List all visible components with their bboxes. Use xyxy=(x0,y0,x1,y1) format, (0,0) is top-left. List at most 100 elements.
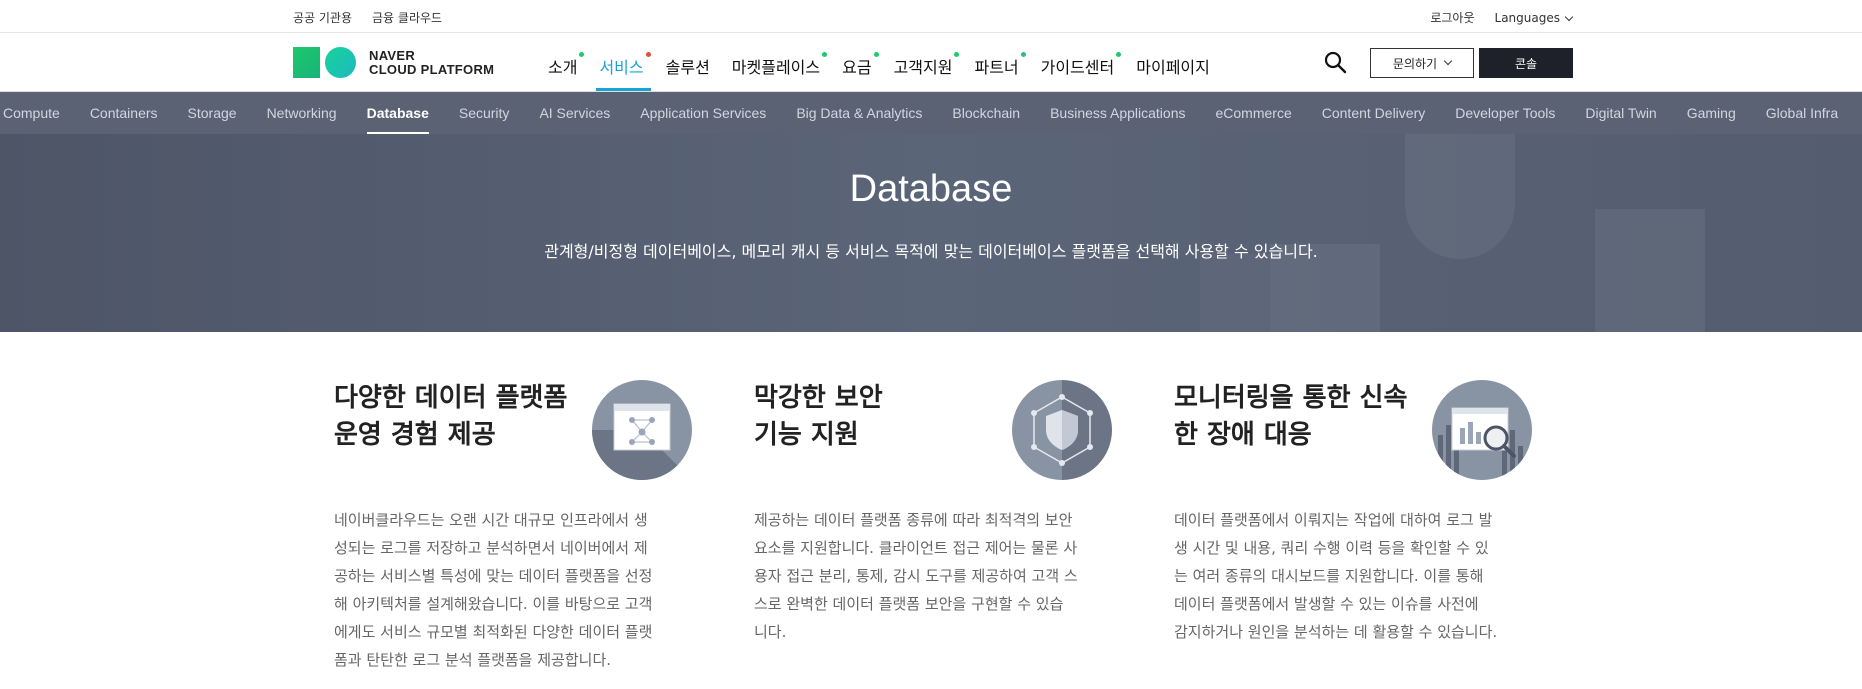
page-description: 관계형/비정형 데이터베이스, 메모리 캐시 등 서비스 목적에 맞는 데이터베… xyxy=(544,242,1318,261)
languages-label: Languages xyxy=(1494,10,1560,25)
feature-title-line: 모니터링을 통한 신속 xyxy=(1174,383,1408,413)
category-application-services[interactable]: Application Services xyxy=(640,92,766,134)
new-dot-icon xyxy=(954,52,960,57)
hero-decoration xyxy=(1200,254,1270,332)
global-nav: 소개 서비스 솔루션 마켓플레이스 요금 고객지원 파트너 가이드센터 마이페이… xyxy=(537,33,1221,91)
main-header: NAVER CLOUD PLATFORM 소개 서비스 솔루션 마켓플레이스 요… xyxy=(0,33,1862,92)
nav-item-partners[interactable]: 파트너 xyxy=(963,33,1029,91)
category-blockchain[interactable]: Blockchain xyxy=(952,92,1020,134)
nav-item-label: 솔루션 xyxy=(665,58,710,77)
feature-monitoring: 모니터링을 통한 신속 한 장애 대응 데이터 플랫폼에서 이뤄지는 작업에 대… xyxy=(1174,380,1544,641)
nav-item-label: 요금 xyxy=(842,58,872,77)
nav-item-intro[interactable]: 소개 xyxy=(537,33,588,91)
feature-description: 데이터 플랫폼에서 이뤄지는 작업에 대하여 로그 발 생 시간 및 내용, 쿼… xyxy=(1174,506,1539,646)
inquiry-label: 문의하기 xyxy=(1392,56,1438,71)
logo-line-2: CLOUD PLATFORM xyxy=(369,61,495,77)
feature-desc-line: 생 시간 및 내용, 쿼리 수행 이력 등을 확인할 수 있 xyxy=(1174,539,1489,557)
feature-desc-line: 해 아키텍처를 설계해왔습니다. 이를 바탕으로 고객 xyxy=(334,595,653,613)
feature-title-line: 운영 경험 제공 xyxy=(334,420,496,450)
new-dot-icon xyxy=(579,52,585,57)
category-digital-twin[interactable]: Digital Twin xyxy=(1585,92,1656,134)
nav-item-guide-center[interactable]: 가이드센터 xyxy=(1030,33,1126,91)
inquiry-button[interactable]: 문의하기 xyxy=(1370,48,1474,78)
nav-item-label: 가이드센터 xyxy=(1040,58,1115,77)
nav-item-marketplace[interactable]: 마켓플레이스 xyxy=(721,33,831,91)
category-content-delivery[interactable]: Content Delivery xyxy=(1322,92,1426,134)
feature-desc-line: 데이터 플랫폼에서 이뤄지는 작업에 대하여 로그 발 xyxy=(1174,511,1493,529)
nav-item-label: 마켓플레이스 xyxy=(731,58,821,77)
utility-bar: 공공 기관용 금융 클라우드 로그아웃 Languages xyxy=(0,0,1862,33)
feature-desc-line: 데이터 플랫폼에서 발생할 수 있는 이슈를 사전에 xyxy=(1174,595,1479,613)
feature-desc-line: 는 여러 종류의 대시보드를 지원합니다. 이를 통해 xyxy=(1174,567,1484,585)
page-title: Database xyxy=(849,168,1013,210)
feature-desc-line: 니다. xyxy=(754,623,787,641)
naver-cloud-logo[interactable]: NAVER CLOUD PLATFORM xyxy=(293,47,494,78)
category-database[interactable]: Database xyxy=(366,92,430,134)
console-label: 콘솔 xyxy=(1514,56,1538,71)
nav-item-label: 고객지원 xyxy=(893,58,953,77)
search-icon[interactable] xyxy=(1323,50,1347,74)
feature-title-line: 다양한 데이터 플랫폼 xyxy=(334,383,568,413)
category-networking[interactable]: Networking xyxy=(267,92,337,134)
feature-desc-line: 감지하거나 원인을 분석하는 데 활용할 수 있습니다. xyxy=(1174,623,1498,641)
feature-data-platform: 다양한 데이터 플랫폼 운영 경험 제공 네이버클라우드는 오랜 시간 대규모 … xyxy=(334,380,704,669)
nav-item-label: 파트너 xyxy=(974,58,1019,77)
nav-item-label: 소개 xyxy=(548,58,578,77)
console-button[interactable]: 콘솔 xyxy=(1479,48,1573,78)
logout-link[interactable]: 로그아웃 xyxy=(1430,9,1474,26)
feature-title-line: 한 장애 대응 xyxy=(1174,420,1312,450)
monitoring-icon xyxy=(1432,380,1532,480)
category-ecommerce[interactable]: eCommerce xyxy=(1216,92,1292,134)
logo-line-1: NAVER xyxy=(369,47,416,63)
nav-item-services[interactable]: 서비스 xyxy=(588,33,654,91)
utility-right-links: 로그아웃 Languages xyxy=(1430,9,1574,26)
feature-desc-line: 요소를 지원합니다. 클라이언트 접근 제어는 물론 사 xyxy=(754,539,1078,557)
feature-desc-line: 에게도 서비스 규모별 최적화된 다양한 데이터 플랫 xyxy=(334,623,653,641)
logo-text: NAVER CLOUD PLATFORM xyxy=(369,47,495,77)
feature-desc-line: 공하는 서비스별 특성에 맞는 데이터 플랫폼을 선정 xyxy=(334,567,653,585)
feature-title: 막강한 보안 기능 지원 xyxy=(754,380,1004,454)
category-list: Compute Containers Storage Networking Da… xyxy=(3,92,1862,134)
new-dot-icon xyxy=(645,52,651,57)
nav-item-pricing[interactable]: 요금 xyxy=(831,33,882,91)
category-global-infra[interactable]: Global Infra xyxy=(1766,92,1838,134)
feature-title: 모니터링을 통한 신속 한 장애 대응 xyxy=(1174,380,1424,454)
feature-desc-line: 폼과 탄탄한 로그 분석 플랫폼을 제공합니다. xyxy=(334,651,612,669)
chevron-down-icon xyxy=(1564,12,1574,21)
nav-item-solutions[interactable]: 솔루션 xyxy=(655,33,721,91)
hero-banner: Database 관계형/비정형 데이터베이스, 메모리 캐시 등 서비스 목적… xyxy=(0,134,1862,332)
feature-description: 네이버클라우드는 오랜 시간 대규모 인프라에서 생 성되는 로그를 저장하고 … xyxy=(334,506,699,674)
new-dot-icon xyxy=(873,52,879,57)
category-nav: Compute Containers Storage Networking Da… xyxy=(0,92,1862,134)
feature-description: 제공하는 데이터 플랫폼 종류에 따라 최적격의 보안 요소를 지원합니다. 클… xyxy=(754,506,1119,646)
languages-dropdown[interactable]: Languages xyxy=(1494,10,1574,25)
public-agency-link[interactable]: 공공 기관용 xyxy=(293,9,352,26)
category-ai-services[interactable]: AI Services xyxy=(539,92,610,134)
category-gaming[interactable]: Gaming xyxy=(1687,92,1736,134)
new-dot-icon xyxy=(1020,52,1026,57)
finance-cloud-link[interactable]: 금융 클라우드 xyxy=(372,9,442,26)
category-big-data[interactable]: Big Data & Analytics xyxy=(796,92,922,134)
nav-item-support[interactable]: 고객지원 xyxy=(883,33,964,91)
feature-title-line: 기능 지원 xyxy=(754,420,859,450)
new-dot-icon xyxy=(822,52,828,57)
feature-desc-line: 스로 완벽한 데이터 플랫폼 보안을 구현할 수 있습 xyxy=(754,595,1064,613)
category-security[interactable]: Security xyxy=(459,92,510,134)
feature-desc-line: 제공하는 데이터 플랫폼 종류에 따라 최적격의 보안 xyxy=(754,511,1073,529)
category-containers[interactable]: Containers xyxy=(90,92,158,134)
logo-mark-icon xyxy=(293,47,359,78)
category-developer-tools[interactable]: Developer Tools xyxy=(1455,92,1555,134)
new-dot-icon xyxy=(1116,52,1122,57)
feature-title: 다양한 데이터 플랫폼 운영 경험 제공 xyxy=(334,380,584,454)
nav-item-mypage[interactable]: 마이페이지 xyxy=(1125,33,1221,91)
utility-left-links: 공공 기관용 금융 클라우드 xyxy=(293,9,442,26)
nav-item-label: 마이페이지 xyxy=(1136,58,1210,77)
feature-desc-line: 성되는 로그를 저장하고 분석하면서 네이버에서 제 xyxy=(334,539,648,557)
nav-item-label: 서비스 xyxy=(599,58,644,77)
feature-security: 막강한 보안 기능 지원 제공하는 데이터 플랫폼 종류에 따라 최적격의 보안… xyxy=(754,380,1124,641)
category-compute[interactable]: Compute xyxy=(3,92,60,134)
feature-desc-line: 용자 접근 분리, 통제, 감시 도구를 제공하여 고객 스 xyxy=(754,567,1078,585)
chevron-down-icon xyxy=(1443,56,1453,66)
category-business-applications[interactable]: Business Applications xyxy=(1050,92,1185,134)
category-storage[interactable]: Storage xyxy=(188,92,237,134)
